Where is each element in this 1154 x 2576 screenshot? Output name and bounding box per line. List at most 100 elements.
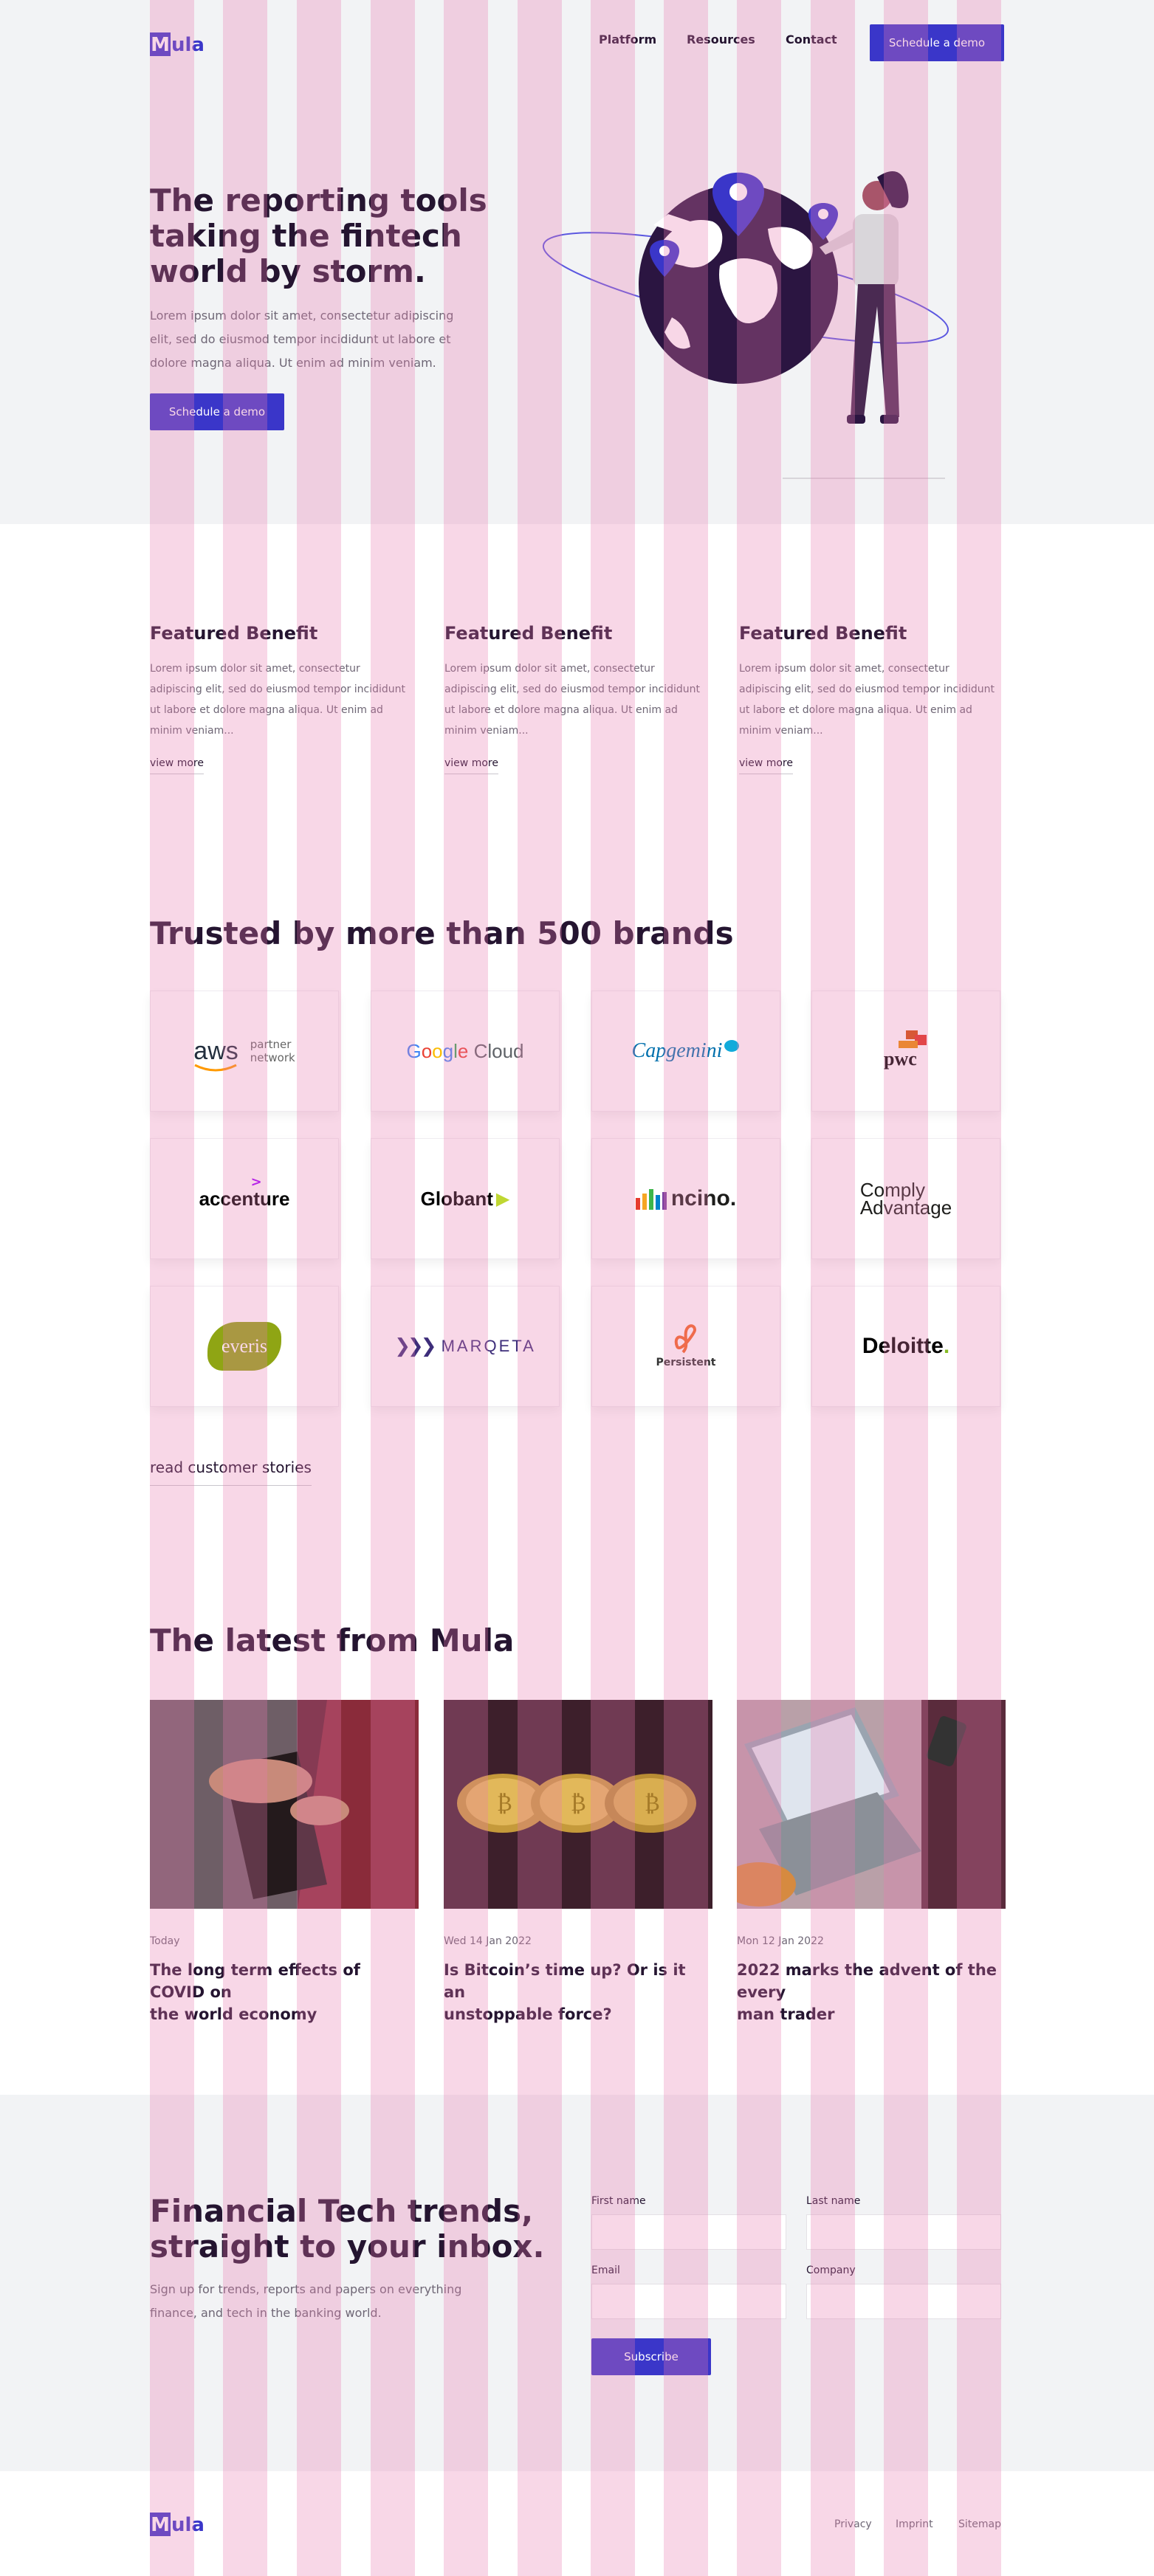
hero-schedule-demo-button[interactable]: Schedule a demo [150,393,284,430]
benefit-text-line: minim veniam... [150,725,234,737]
email-label: Email [591,2265,620,2276]
comply-advantage-word: Advantage [859,1196,952,1219]
post-image-laptop[interactable] [737,1700,1006,1909]
pwc-logo: pwc [876,1029,935,1073]
benefit-title: Featured Benefit [444,623,613,644]
brand-card-ncino[interactable]: ncino. [591,1138,780,1259]
ncino-bars-icon [635,1189,667,1210]
brand-card-capgemini[interactable]: Capgemini [591,991,780,1112]
marqeta-chevrons-icon: ❯❯❯ [394,1335,436,1357]
newsletter-title: Financial Tech trends, straight to your … [150,2194,544,2265]
company-field[interactable] [806,2284,1001,2319]
hero-title-line: taking the fintech [150,218,462,254]
benefit-text: Lorem ipsum dolor sit amet, consectetur … [444,658,700,741]
google-cloud-word: Cloud [468,1039,524,1062]
post-title-line: man trader [737,2005,835,2023]
aws-subtitle: network [250,1051,295,1064]
footer-link-sitemap[interactable]: Sitemap [958,2518,1001,2530]
newsletter-description-line: finance, and tech in the banking world. [150,2306,382,2320]
post-title-line: The long term effects of COVID on [150,1961,360,2001]
post-title-line: 2022 marks the advent of the every [737,1961,997,2001]
hero-title-line: world by storm. [150,253,426,289]
benefit-text-line: ut labore et dolore magna aliqua. Ut eni… [150,704,383,716]
benefit-text: Lorem ipsum dolor sit amet, consectetur … [150,658,405,741]
last-name-label: Last name [806,2195,861,2207]
company-label: Company [806,2265,856,2276]
benefit-text-line: adipiscing elit, sed do eiusmod tempor i… [444,683,701,695]
deloitte-dot: . [943,1334,950,1358]
ncino-wordmark: ncino. [670,1186,737,1210]
benefit-title: Featured Benefit [739,623,907,644]
logo-mark: M [150,32,171,56]
last-name-field[interactable] [806,2214,1001,2250]
google-cloud-logo: Google Cloud [406,1040,523,1063]
brand-card-everis[interactable]: everis [150,1286,339,1407]
nav-contact[interactable]: Contact [786,32,837,47]
wallet-photo [150,1700,419,1909]
post-title-line: unstoppable force? [444,2005,612,2023]
globant-logo: Globant [420,1187,493,1210]
benefit-view-more-link[interactable]: view more [150,757,204,774]
comply-advantage-logo: Comply Advantage [859,1180,952,1219]
brand-card-deloitte[interactable]: Deloitte. [811,1286,1000,1407]
benefit-text: Lorem ipsum dolor sit amet, consectetur … [739,658,995,741]
google-letter: G [406,1039,422,1062]
benefit-text-line: Lorem ipsum dolor sit amet, consectetur [444,663,655,675]
benefit-text-line: adipiscing elit, sed do eiusmod tempor i… [150,683,406,695]
everis-wordmark: everis [221,1335,268,1357]
footer-logo-text: ula [171,2514,205,2536]
brand-card-aws[interactable]: aws partner network [150,991,339,1112]
brand-card-google-cloud[interactable]: Google Cloud [371,991,560,1112]
hero-description: Lorem ipsum dolor sit amet, consectetur … [150,304,453,375]
deloitte-logo: Deloitte [862,1334,944,1358]
pwc-wordmark: pwc [884,1048,917,1070]
footer-link-privacy[interactable]: Privacy [834,2518,872,2530]
benefit-view-more-link[interactable]: view more [444,757,498,774]
post-title-link[interactable]: Is Bitcoin’s time up? Or is it an unstop… [444,1959,712,2025]
brand-card-accenture[interactable]: > accenture [150,1138,339,1259]
post-image-wallet[interactable] [150,1700,419,1909]
footer-logo-mark: M [150,2513,171,2536]
brand-card-globant[interactable]: Globant ▶ [371,1138,560,1259]
hero-description-line: elit, sed do eiusmod tempor incididunt u… [150,332,451,346]
page: M ula Platform Resources Contact Schedul… [0,0,1154,2576]
google-letter: o [421,1039,433,1062]
laptop-photo [737,1700,1006,1909]
first-name-field[interactable] [591,2214,786,2250]
footer-logo[interactable]: M ula [150,2510,205,2536]
svg-text:₿: ₿ [645,1791,660,1816]
footer-link-imprint[interactable]: Imprint [896,2518,933,2530]
brand-card-comply-advantage[interactable]: Comply Advantage [811,1138,1000,1259]
post-title-link[interactable]: The long term effects of COVID on the wo… [150,1959,419,2025]
accenture-wordmark: accenture [199,1187,290,1210]
post-title-link[interactable]: 2022 marks the advent of the every man t… [737,1959,1006,2025]
everis-logo: everis [207,1322,281,1371]
brand-card-persistent[interactable]: Persistent [591,1286,780,1407]
nav-resources[interactable]: Resources [687,32,755,47]
post-date: Wed 14 Jan 2022 [444,1935,532,1947]
read-customer-stories-link[interactable]: read customer stories [150,1459,312,1486]
header-schedule-demo-button[interactable]: Schedule a demo [870,24,1004,61]
benefit-view-more-link[interactable]: view more [739,757,793,774]
benefit-text-line: Lorem ipsum dolor sit amet, consectetur [150,663,360,675]
post-image-bitcoin[interactable]: ₿ ₿ ₿ [444,1700,712,1909]
bitcoin-photo: ₿ ₿ ₿ [444,1700,712,1909]
benefit-text-line: minim veniam... [444,725,529,737]
benefit-text-line: ut labore et dolore magna aliqua. Ut eni… [444,704,678,716]
persistent-logo: Persistent [656,1324,715,1368]
newsletter-title-line: straight to your inbox. [150,2228,545,2265]
subscribe-button[interactable]: Subscribe [591,2338,711,2375]
brand-card-marqeta[interactable]: ❯❯❯ MARQETA [371,1286,560,1407]
svg-text:₿: ₿ [571,1791,586,1816]
newsletter-description-line: Sign up for trends, reports and papers o… [150,2282,462,2296]
post-title-line: the world economy [150,2005,317,2023]
email-field[interactable] [591,2284,786,2319]
nav-platform[interactable]: Platform [599,32,656,47]
post-title-line: Is Bitcoin’s time up? Or is it an [444,1961,686,2001]
brand-card-pwc[interactable]: pwc [811,991,1000,1112]
latest-title: The latest from Mula [150,1622,515,1659]
benefit-text-line: adipiscing elit, sed do eiusmod tempor i… [739,683,995,695]
logo[interactable]: M ula [150,30,205,56]
accenture-logo: > accenture [199,1174,290,1210]
post-date: Today [150,1935,180,1947]
